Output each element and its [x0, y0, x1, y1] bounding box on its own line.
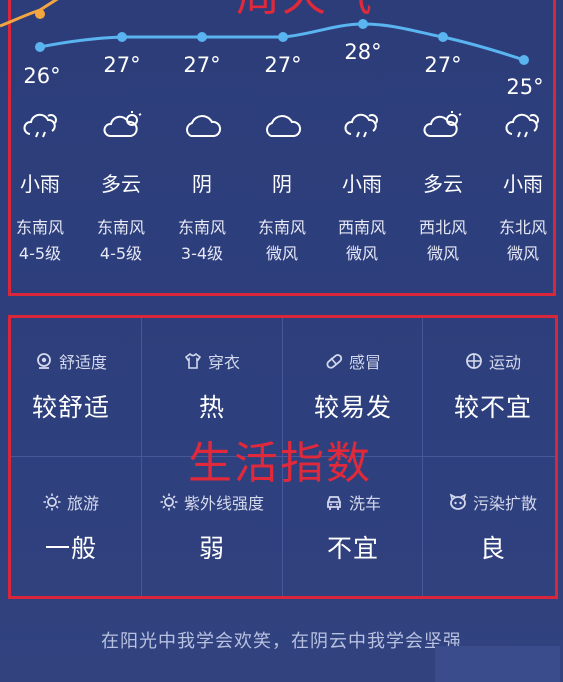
- day-3-temperature: 27°: [183, 53, 221, 77]
- life-index-value: 较易发: [313, 393, 392, 422]
- lower-temperature-point: [278, 32, 288, 42]
- life-index-label: 运动: [488, 353, 521, 372]
- day-2-wind-level: 4-5级: [99, 244, 143, 263]
- day-7-wind-level: 微风: [506, 244, 539, 263]
- comfort-icon: [37, 353, 51, 369]
- rain-icon: [344, 113, 378, 138]
- life-index-label: 感冒: [348, 353, 381, 372]
- day-3-wind-direction: 东南风: [177, 218, 226, 237]
- ball-icon: [466, 353, 482, 369]
- lower-temperature-point: [438, 32, 448, 42]
- lower-temperature-point: [519, 55, 529, 65]
- life-index-label: 紫外线强度: [183, 494, 264, 513]
- life-index-pollution[interactable]: 污染扩散 良: [423, 491, 563, 565]
- temperature-curve: [0, 0, 529, 65]
- life-index-uv[interactable]: 紫外线强度 弱: [142, 491, 282, 565]
- life-index-value: 热: [198, 393, 225, 422]
- life-index-label: 旅游: [66, 494, 99, 513]
- life-index-label: 舒适度: [58, 353, 107, 372]
- day-7-wind-direction: 东北风: [498, 218, 547, 237]
- uv-sun-icon: [160, 493, 178, 511]
- life-index-sport[interactable]: 运动 较不宜: [423, 350, 563, 424]
- life-index-comfort[interactable]: 舒适度 较舒适: [1, 350, 141, 424]
- day-5-condition: 小雨: [342, 172, 382, 196]
- upper-temperature-point: [35, 9, 45, 19]
- day-5-temperature: 28°: [344, 40, 382, 64]
- day-4-wind-direction: 东南风: [257, 218, 306, 237]
- day-5-wind-direction: 西南风: [337, 218, 386, 237]
- life-index-clothing[interactable]: 穿衣 热: [142, 350, 282, 424]
- day-7-temperature: 25°: [506, 75, 544, 99]
- day-7-condition: 小雨: [503, 172, 543, 196]
- corner-overlay: [435, 646, 560, 682]
- sun-icon: [43, 493, 61, 511]
- life-index-value: 弱: [198, 534, 225, 563]
- life-index-value: 良: [479, 534, 506, 563]
- weather-screen: 一周天气 26° 27° 27° 27° 28° 27° 25°: [0, 0, 563, 682]
- life-index-value: 较不宜: [453, 393, 532, 422]
- life-index-value: 一般: [44, 534, 97, 563]
- day-6-wind-direction: 西北风: [418, 218, 467, 237]
- life-index-value: 不宜: [326, 534, 379, 563]
- life-index-car-wash[interactable]: 洗车 不宜: [283, 491, 423, 565]
- life-index-label: 污染扩散: [472, 494, 537, 513]
- day-2-temperature: 27°: [103, 53, 141, 77]
- life-index-label: 洗车: [348, 494, 381, 513]
- pollution-icon: [449, 493, 467, 510]
- lower-temperature-point: [358, 19, 368, 29]
- lower-temperature-point: [117, 32, 127, 42]
- shirt-icon: [184, 352, 202, 369]
- life-index-cold[interactable]: 感冒 较易发: [283, 350, 423, 424]
- upper-temperature-line: [0, 0, 59, 28]
- day-6-condition: 多云: [423, 172, 463, 196]
- day-3-condition: 阴: [192, 172, 212, 196]
- day-2-condition: 多云: [101, 172, 141, 196]
- day-6-wind-level: 微风: [426, 244, 459, 263]
- day-6-temperature: 27°: [424, 53, 462, 77]
- rain-icon: [505, 113, 539, 138]
- car-icon: [327, 496, 341, 510]
- rain-icon: [23, 113, 57, 138]
- partly-cloudy-icon: [423, 111, 462, 137]
- day-1-wind-direction: 东南风: [15, 218, 64, 237]
- day-3-wind-level: 3-4级: [180, 244, 224, 263]
- lower-temperature-point: [197, 32, 207, 42]
- life-index-value: 较舒适: [31, 393, 110, 422]
- day-1-wind-level: 4-5级: [18, 244, 62, 263]
- life-index-travel[interactable]: 旅游 一般: [1, 491, 141, 565]
- cloud-icon: [266, 115, 302, 137]
- day-2-wind-direction: 东南风: [96, 218, 145, 237]
- day-4-wind-level: 微风: [265, 244, 298, 263]
- partly-cloudy-icon: [103, 111, 142, 137]
- day-5-wind-level: 微风: [345, 244, 378, 263]
- day-4-temperature: 27°: [264, 53, 302, 77]
- day-1-condition: 小雨: [20, 172, 60, 196]
- life-index-heading: 生活指数: [188, 438, 372, 489]
- pill-icon: [326, 354, 343, 369]
- day-1-temperature: 26°: [23, 64, 61, 88]
- lower-temperature-point: [35, 42, 45, 52]
- life-index-label: 穿衣: [207, 353, 240, 372]
- day-4-condition: 阴: [272, 172, 292, 196]
- cloud-icon: [186, 115, 222, 137]
